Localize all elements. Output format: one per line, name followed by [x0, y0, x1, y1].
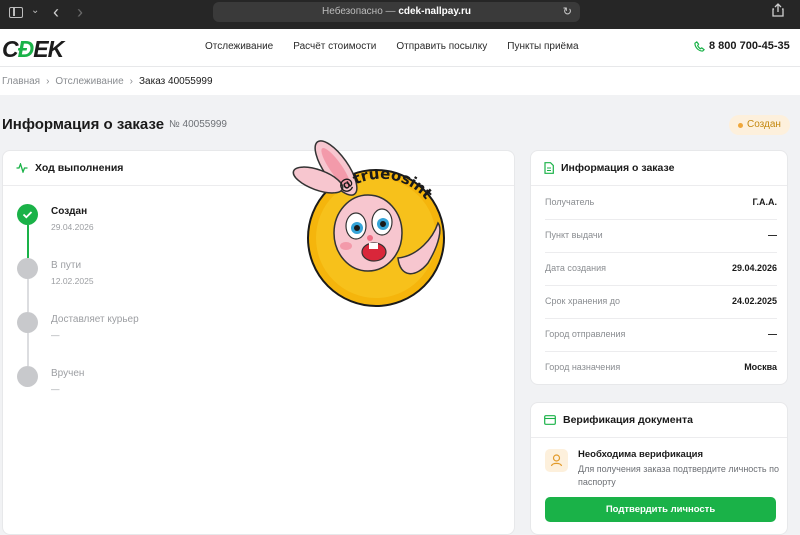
confirm-identity-button[interactable]: Подтвердить личность [545, 497, 776, 522]
breadcrumb-separator: › [129, 76, 133, 87]
info-row-origin-city: Город отправления — [545, 329, 777, 352]
order-number: № 40055999 [169, 119, 227, 130]
info-label: Получатель [545, 197, 595, 207]
nav-tracking[interactable]: Отслеживание [205, 41, 273, 52]
step-title: Создан [51, 206, 88, 217]
info-label: Город отправления [545, 329, 626, 339]
info-value: 29.04.2026 [731, 263, 777, 273]
phone-link[interactable]: 8 800 700-45-35 [694, 40, 790, 52]
verification-header: Верификация документа [531, 403, 787, 438]
info-label: Город назначения [545, 362, 621, 372]
nav-pickup-points[interactable]: Пункты приёма [507, 41, 578, 52]
breadcrumb-home[interactable]: Главная [2, 76, 40, 87]
step-connector [27, 279, 29, 312]
verification-title: Верификация документа [563, 414, 693, 426]
phone-icon [694, 40, 705, 52]
status-label: Создан [747, 119, 781, 130]
info-row-storage-until: Срок хранения до 24.02.2025 [545, 296, 777, 319]
share-icon[interactable] [772, 3, 784, 17]
bunny-watermark-sticker: @trueosint [292, 140, 445, 307]
step-date: — [51, 330, 60, 340]
info-row-recipient: Получатель Г.А.А. [545, 197, 777, 220]
info-value: Москва [744, 362, 777, 372]
forward-arrow-icon[interactable]: › [77, 2, 83, 23]
step-pending-icon [17, 258, 38, 279]
order-info-title: Информация о заказе [561, 162, 675, 174]
step-title: Доставляет курьер [51, 314, 139, 325]
step-connector [27, 333, 29, 366]
nav-calculate[interactable]: Расчёт стоимости [293, 41, 376, 52]
info-row-destination-city: Город назначения Москва [545, 362, 777, 380]
step-date: 12.02.2025 [51, 276, 94, 286]
info-value: — [768, 230, 777, 240]
status-dot-icon [738, 122, 743, 128]
document-icon [544, 162, 554, 174]
page-title: Информация о заказе [2, 116, 165, 133]
cdek-logo[interactable]: CÐEK [2, 36, 64, 63]
address-security-label: Небезопасно — [322, 6, 396, 17]
info-label: Пункт выдачи [545, 230, 603, 240]
breadcrumb-band: Главная › Отслеживание › Заказ 40055999 [0, 67, 800, 95]
reload-icon[interactable]: ↻ [563, 2, 572, 22]
activity-pulse-icon [16, 163, 28, 173]
nav-send-parcel[interactable]: Отправить посылку [396, 41, 487, 52]
order-info-header: Информация о заказе [531, 151, 787, 186]
site-header: CÐEK Отслеживание Расчёт стоимости Отпра… [0, 29, 800, 67]
info-label: Срок хранения до [545, 296, 621, 306]
info-value: Г.А.А. [752, 197, 777, 207]
order-info-card: Информация о заказе Получатель Г.А.А. Пу… [530, 150, 788, 385]
verification-card: Верификация документа Необходима верифик… [530, 402, 788, 535]
chevron-down-icon[interactable]: ⌄ [31, 5, 39, 16]
info-row-created: Дата создания 29.04.2026 [545, 263, 777, 286]
verification-notice-text: Для получения заказа подтвердите личност… [578, 464, 780, 487]
breadcrumb-tracking[interactable]: Отслеживание [55, 76, 123, 87]
address-domain: cdek-nallpay.ru [398, 6, 471, 17]
address-bar[interactable]: Небезопасно — cdek-nallpay.ru ↻ [213, 2, 580, 22]
step-connector [27, 225, 29, 258]
sidebar-toggle-icon[interactable] [9, 7, 23, 18]
step-pending-icon [17, 366, 38, 387]
step-title: Вручен [51, 368, 85, 379]
step-pending-icon [17, 312, 38, 333]
info-value: 24.02.2025 [731, 296, 777, 306]
main-nav: Отслеживание Расчёт стоимости Отправить … [205, 41, 579, 52]
breadcrumb-current: Заказ 40055999 [139, 76, 213, 87]
progress-card-title: Ход выполнения [35, 162, 124, 174]
verification-notice-title: Необходима верификация [578, 449, 704, 460]
breadcrumb: Главная › Отслеживание › Заказ 40055999 [2, 76, 213, 87]
step-check-icon [17, 204, 38, 225]
info-row-pickup-point: Пункт выдачи — [545, 230, 777, 253]
info-label: Дата создания [545, 263, 606, 273]
status-badge: Создан [729, 115, 790, 135]
user-icon [545, 449, 568, 472]
id-card-icon [544, 415, 556, 425]
phone-number: 8 800 700-45-35 [709, 40, 790, 52]
step-date: 29.04.2026 [51, 222, 94, 232]
info-value: — [768, 329, 777, 339]
browser-toolbar: ⌄ ‹ › Небезопасно — cdek-nallpay.ru ↻ [0, 0, 800, 29]
step-title: В пути [51, 260, 82, 271]
step-date: — [51, 384, 60, 394]
back-arrow-icon[interactable]: ‹ [53, 2, 59, 23]
breadcrumb-separator: › [46, 76, 50, 87]
